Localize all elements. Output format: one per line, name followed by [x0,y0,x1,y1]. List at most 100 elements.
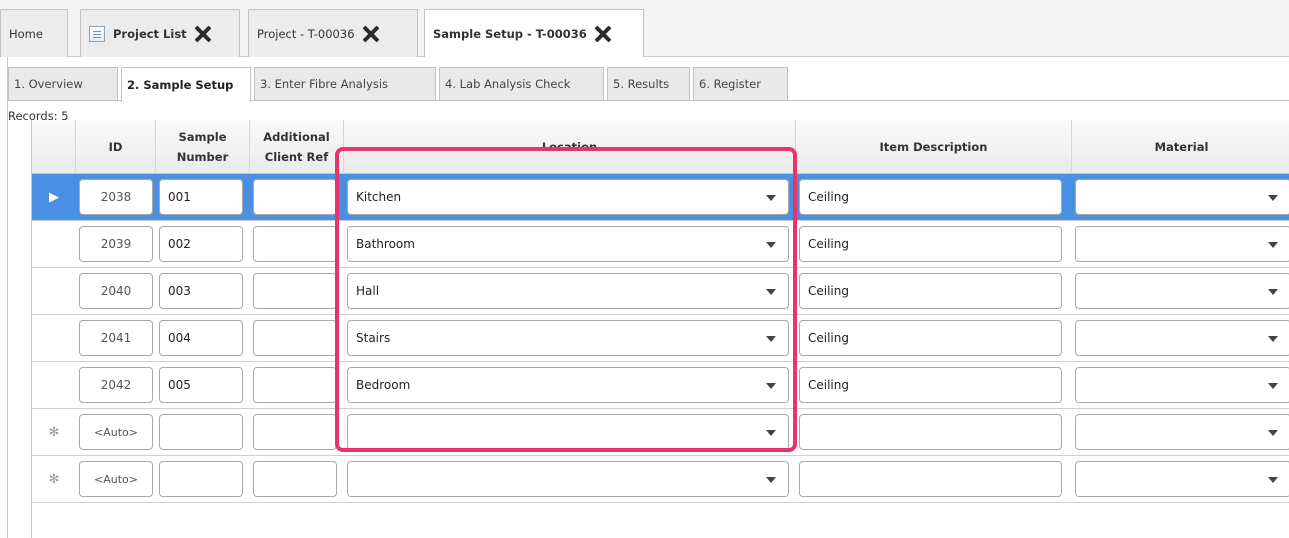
location-value: Kitchen [356,190,402,204]
material-select[interactable] [1075,367,1289,403]
row-header[interactable] [32,268,76,314]
material-select[interactable] [1075,273,1289,309]
subtab-overview-label: 1. Overview [14,77,83,91]
column-header-sample-label-2: Number [176,150,229,164]
subtab-enter-fibre-analysis[interactable]: 3. Enter Fibre Analysis [254,67,436,101]
material-select[interactable] [1075,179,1289,215]
dropdown-arrow-icon[interactable] [766,477,776,483]
sub-tab-bar: 1. Overview 2. Sample Setup 3. Enter Fib… [8,67,1289,102]
selected-row-marker-icon: ▶ [49,189,59,205]
tab-sample-setup[interactable]: Sample Setup - T-00036 [424,9,644,58]
column-header-sample-number[interactable]: Sample Number [156,120,250,174]
column-header-material[interactable]: Material [1072,120,1289,174]
table-row[interactable]: 2039 002 Bathroom Ceiling [32,221,1289,268]
column-header-client-ref[interactable]: Additional Client Ref [250,120,344,174]
column-header-id[interactable]: ID [76,120,156,174]
column-header-item-description-label: Item Description [879,140,988,154]
sample-number-input[interactable] [159,414,243,450]
location-select[interactable]: Kitchen [347,179,789,215]
dropdown-arrow-icon[interactable] [766,289,776,295]
row-header[interactable] [32,362,76,408]
tab-project[interactable]: Project - T-00036 [248,9,418,57]
subtab-sample-setup[interactable]: 2. Sample Setup [121,67,251,102]
table-row[interactable]: 2040 003 Hall Ceiling [32,268,1289,315]
subtab-enter-fibre-analysis-label: 3. Enter Fibre Analysis [260,77,389,91]
dropdown-arrow-icon[interactable] [1268,289,1278,295]
item-description-input[interactable]: Ceiling [799,273,1062,309]
subtab-register[interactable]: 6. Register [693,67,788,101]
tab-project-list[interactable]: Project List [80,9,240,57]
table-row[interactable]: ▶ 2038 001 Kitchen Ceiling [32,174,1289,221]
subtab-register-label: 6. Register [699,77,761,91]
material-select[interactable] [1075,320,1289,356]
column-header-id-label: ID [108,140,123,154]
dropdown-arrow-icon[interactable] [766,430,776,436]
dropdown-arrow-icon[interactable] [1268,430,1278,436]
row-header[interactable] [32,315,76,361]
column-header-location[interactable]: Location [344,120,796,174]
material-select[interactable] [1075,226,1289,262]
subtab-overview[interactable]: 1. Overview [8,67,118,101]
client-ref-input[interactable] [253,273,337,309]
material-select[interactable] [1075,461,1289,497]
item-description-input[interactable]: Ceiling [799,367,1062,403]
subtab-lab-analysis-check[interactable]: 4. Lab Analysis Check [439,67,604,101]
client-ref-input[interactable] [253,179,337,215]
subtab-results[interactable]: 5. Results [607,67,690,101]
subtab-results-label: 5. Results [613,77,670,91]
row-header-column [32,120,76,174]
dropdown-arrow-icon[interactable] [766,336,776,342]
material-select[interactable] [1075,414,1289,450]
column-header-client-ref-label-1: Additional [263,130,330,144]
dropdown-arrow-icon[interactable] [1268,477,1278,483]
dropdown-arrow-icon[interactable] [1268,336,1278,342]
dropdown-arrow-icon[interactable] [766,242,776,248]
client-ref-input[interactable] [253,226,337,262]
subtab-sample-setup-label: 2. Sample Setup [127,78,234,92]
location-value: Stairs [356,331,391,345]
tab-project-label: Project - T-00036 [257,26,355,41]
close-project-icon[interactable] [363,26,379,42]
dropdown-arrow-icon[interactable] [1268,383,1278,389]
location-select[interactable]: Hall [347,273,789,309]
column-header-material-label: Material [1154,140,1209,154]
sample-number-input[interactable]: 002 [159,226,243,262]
close-sample-setup-icon[interactable] [595,26,611,42]
item-description-input[interactable]: Ceiling [799,226,1062,262]
table-row[interactable]: 2042 005 Bedroom Ceiling [32,362,1289,409]
location-select[interactable] [347,414,789,450]
item-description-input[interactable] [799,414,1062,450]
client-ref-input[interactable] [253,320,337,356]
client-ref-input[interactable] [253,414,337,450]
sample-number-input[interactable] [159,461,243,497]
table-row[interactable]: 2041 004 Stairs Ceiling [32,315,1289,362]
location-select[interactable] [347,461,789,497]
tab-home[interactable]: Home [0,9,68,57]
new-row[interactable]: ✻ <Auto> [32,456,1289,503]
sample-number-input[interactable]: 003 [159,273,243,309]
dropdown-arrow-icon[interactable] [766,383,776,389]
location-value: Hall [356,284,380,298]
new-row-asterisk-icon: ✻ [48,424,60,440]
column-header-item-description[interactable]: Item Description [796,120,1072,174]
close-project-list-icon[interactable] [195,26,211,42]
item-description-input[interactable]: Ceiling [799,320,1062,356]
row-header[interactable] [32,221,76,267]
id-cell: 2038 [79,179,153,215]
client-ref-input[interactable] [253,367,337,403]
sample-number-input[interactable]: 004 [159,320,243,356]
client-ref-input[interactable] [253,461,337,497]
location-select[interactable]: Bedroom [347,367,789,403]
dropdown-arrow-icon[interactable] [1268,242,1278,248]
location-select[interactable]: Bathroom [347,226,789,262]
dropdown-arrow-icon[interactable] [1268,195,1278,201]
location-select[interactable]: Stairs [347,320,789,356]
location-value: Bedroom [356,378,411,392]
new-row[interactable]: ✻ <Auto> [32,409,1289,456]
document-list-icon [89,25,105,42]
dropdown-arrow-icon[interactable] [766,195,776,201]
item-description-input[interactable]: Ceiling [799,179,1062,215]
sample-number-input[interactable]: 001 [159,179,243,215]
item-description-input[interactable] [799,461,1062,497]
sample-number-input[interactable]: 005 [159,367,243,403]
